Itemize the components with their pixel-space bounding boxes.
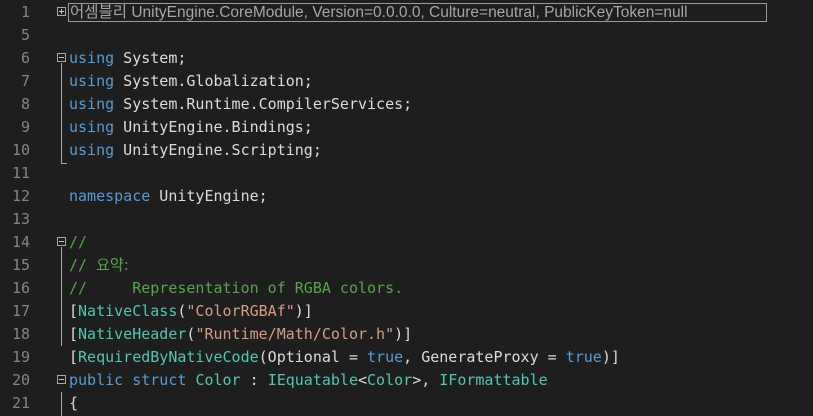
keyword-struct: struct bbox=[132, 371, 187, 389]
code-text: [NativeClass("ColorRGBAf")] bbox=[69, 300, 313, 323]
collapsed-assembly-header[interactable]: 어셈블리 UnityEngine.CoreModule, Version=0.0… bbox=[68, 3, 767, 22]
interface-name: IEquatable bbox=[267, 371, 358, 389]
code-editor[interactable]: 1 어셈블리 UnityEngine.CoreModule, Version=0… bbox=[0, 0, 813, 416]
expand-outline-icon[interactable] bbox=[57, 7, 66, 16]
punct: )] bbox=[294, 302, 313, 320]
code-line-1: 1 어셈블리 UnityEngine.CoreModule, Version=0… bbox=[0, 1, 813, 24]
attribute-name: NativeClass bbox=[78, 302, 178, 320]
assembly-label: 어셈블리 bbox=[70, 4, 128, 21]
using-target: System.Runtime.CompilerServices; bbox=[114, 95, 413, 113]
code-text: // 요약: bbox=[69, 254, 129, 277]
argument-text: (Optional = bbox=[258, 348, 368, 366]
code-line-16: 16 // Representation of RGBA colors. bbox=[0, 277, 813, 300]
type-argument: Color bbox=[367, 371, 413, 389]
line-number: 8 bbox=[20, 95, 30, 113]
punct: > bbox=[412, 371, 422, 389]
line-number: 18 bbox=[11, 325, 30, 343]
string-literal: "ColorRGBAf" bbox=[186, 302, 295, 320]
code-line-9: 9 using UnityEngine.Bindings; bbox=[0, 116, 813, 139]
attribute-name: RequiredByNativeCode bbox=[78, 348, 259, 366]
line-number: 16 bbox=[11, 279, 30, 297]
keyword-true: true bbox=[565, 348, 602, 366]
line-number: 1 bbox=[20, 3, 30, 21]
code-line-8: 8 using System.Runtime.CompilerServices; bbox=[0, 93, 813, 116]
punct: )] bbox=[394, 325, 413, 343]
interface-name: IFormattable bbox=[439, 371, 548, 389]
argument-text: , GenerateProxy = bbox=[403, 348, 566, 366]
code-line-11: 11 bbox=[0, 162, 813, 185]
code-text: using UnityEngine.Scripting; bbox=[69, 139, 322, 162]
line-number: 7 bbox=[20, 72, 30, 90]
collapse-outline-icon[interactable] bbox=[57, 375, 66, 384]
using-target: UnityEngine.Scripting; bbox=[114, 141, 322, 159]
code-line-7: 7 using System.Globalization; bbox=[0, 70, 813, 93]
keyword-using: using bbox=[69, 72, 115, 90]
line-number: 5 bbox=[20, 26, 30, 44]
code-text: using System.Globalization; bbox=[69, 70, 313, 93]
code-line-12: 12 namespace UnityEngine; bbox=[0, 185, 813, 208]
code-line-5: 5 bbox=[0, 24, 813, 47]
code-line-10: 10 using UnityEngine.Scripting; bbox=[0, 139, 813, 162]
line-number: 19 bbox=[11, 348, 30, 366]
code-line-14: 14 // bbox=[0, 231, 813, 254]
code-line-6: 6 using System; bbox=[0, 47, 813, 70]
punct: )] bbox=[601, 348, 620, 366]
keyword-true: true bbox=[367, 348, 404, 366]
namespace-name: UnityEngine; bbox=[150, 187, 268, 205]
code-text: using UnityEngine.Bindings; bbox=[69, 116, 313, 139]
keyword-using: using bbox=[69, 49, 115, 67]
code-line-21: 21 { bbox=[0, 392, 813, 415]
code-line-17: 17 [NativeClass("ColorRGBAf")] bbox=[0, 300, 813, 323]
code-text: [NativeHeader("Runtime/Math/Color.h")] bbox=[69, 323, 412, 346]
comment-summary-label: 요약: bbox=[96, 256, 129, 274]
line-number: 21 bbox=[11, 394, 30, 412]
code-line-18: 18 [NativeHeader("Runtime/Math/Color.h")… bbox=[0, 323, 813, 346]
keyword-using: using bbox=[69, 118, 115, 136]
comment-text: // bbox=[69, 233, 88, 251]
line-number: 12 bbox=[11, 187, 30, 205]
line-number: 17 bbox=[11, 302, 30, 320]
line-number: 15 bbox=[11, 256, 30, 274]
string-literal: "Runtime/Math/Color.h" bbox=[195, 325, 395, 343]
using-target: System; bbox=[114, 49, 187, 67]
collapse-outline-icon[interactable] bbox=[57, 53, 66, 62]
punct: : bbox=[240, 371, 268, 389]
assembly-info: UnityEngine.CoreModule, Version=0.0.0.0,… bbox=[127, 4, 688, 21]
line-number: 13 bbox=[11, 210, 30, 228]
code-text: using System.Runtime.CompilerServices; bbox=[69, 93, 412, 116]
type-name: Color bbox=[195, 371, 241, 389]
punct: < bbox=[358, 371, 368, 389]
keyword-using: using bbox=[69, 141, 115, 159]
attribute-name: NativeHeader bbox=[78, 325, 187, 343]
comment-text: // Representation of RGBA colors. bbox=[69, 279, 404, 297]
code-text: public struct Color : IEquatable<Color>,… bbox=[69, 369, 548, 392]
code-text: namespace UnityEngine; bbox=[69, 185, 268, 208]
line-number: 14 bbox=[11, 233, 30, 251]
open-brace: { bbox=[69, 394, 79, 412]
punct: , bbox=[421, 371, 440, 389]
line-number: 11 bbox=[11, 164, 30, 182]
line-number: 20 bbox=[11, 371, 30, 389]
line-number: 6 bbox=[20, 49, 30, 67]
punct: [ bbox=[69, 302, 79, 320]
using-target: System.Globalization; bbox=[114, 72, 313, 90]
using-target: UnityEngine.Bindings; bbox=[114, 118, 313, 136]
punct: [ bbox=[69, 348, 79, 366]
punct: [ bbox=[69, 325, 79, 343]
line-number: 10 bbox=[11, 141, 30, 159]
code-text: using System; bbox=[69, 47, 186, 70]
code-line-15: 15 // 요약: bbox=[0, 254, 813, 277]
comment-prefix: // bbox=[69, 256, 97, 274]
keyword-using: using bbox=[69, 95, 115, 113]
collapse-outline-icon[interactable] bbox=[57, 237, 66, 246]
code-line-13: 13 bbox=[0, 208, 813, 231]
code-line-20: 20 public struct Color : IEquatable<Colo… bbox=[0, 369, 813, 392]
keyword-namespace: namespace bbox=[69, 187, 151, 205]
code-text: [RequiredByNativeCode(Optional = true, G… bbox=[69, 346, 620, 369]
keyword-public: public bbox=[69, 371, 124, 389]
code-line-19: 19 [RequiredByNativeCode(Optional = true… bbox=[0, 346, 813, 369]
line-number: 9 bbox=[20, 118, 30, 136]
